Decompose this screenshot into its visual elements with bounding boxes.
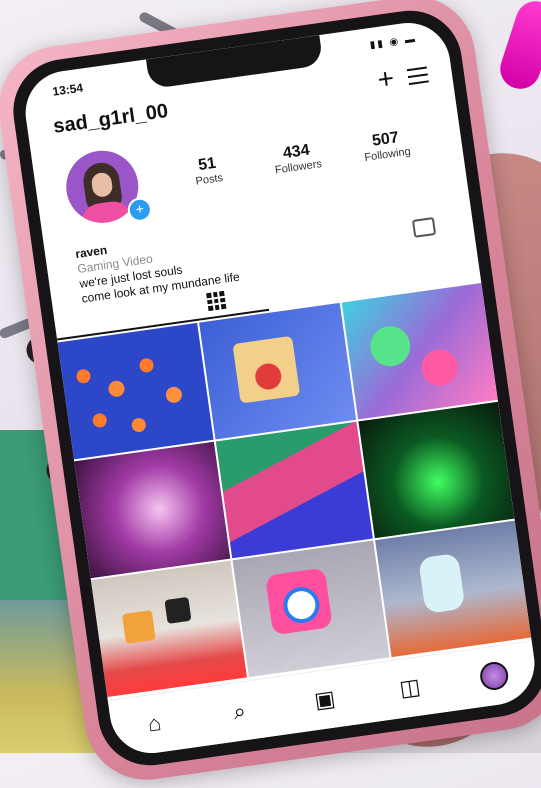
grid-post[interactable]	[74, 441, 231, 579]
grid-post[interactable]	[341, 282, 498, 420]
grid-post[interactable]	[232, 540, 390, 678]
photo-grid	[57, 282, 532, 698]
grid-post[interactable]	[90, 560, 248, 698]
add-story-badge-icon[interactable]: +	[126, 196, 154, 224]
profile-tab-avatar[interactable]	[478, 660, 510, 692]
grid-tab-icon[interactable]	[206, 290, 227, 312]
tagged-icon[interactable]	[411, 216, 437, 238]
shop-icon[interactable]: ◫	[393, 673, 426, 703]
grid-post[interactable]	[374, 520, 532, 658]
pink-streak	[495, 0, 541, 94]
grid-post[interactable]	[57, 322, 214, 460]
reels-icon[interactable]: ▣	[308, 685, 341, 715]
grid-post[interactable]	[358, 401, 515, 539]
grid-post[interactable]	[199, 302, 356, 440]
plus-icon[interactable]: +	[376, 62, 397, 95]
status-time: 13:54	[51, 80, 84, 99]
home-icon[interactable]: ⌂	[138, 709, 171, 739]
stat-posts[interactable]: 51 Posts	[161, 150, 254, 192]
profile-stats: 51 Posts 434 Followers 507 Following	[161, 125, 433, 192]
stat-followers[interactable]: 434 Followers	[251, 137, 344, 179]
grid-post[interactable]	[216, 421, 373, 559]
username[interactable]: sad_g1rl_00	[52, 100, 170, 139]
hamburger-menu-icon[interactable]	[406, 66, 430, 90]
stat-following[interactable]: 507 Following	[340, 125, 433, 167]
phone: 13:54 ▮▮ ◉ ▬ sad_g1rl_00 + + 51 Posts 43…	[0, 0, 541, 788]
status-icons: ▮▮ ◉ ▬	[369, 33, 418, 52]
search-icon[interactable]: ⌕	[223, 697, 256, 727]
